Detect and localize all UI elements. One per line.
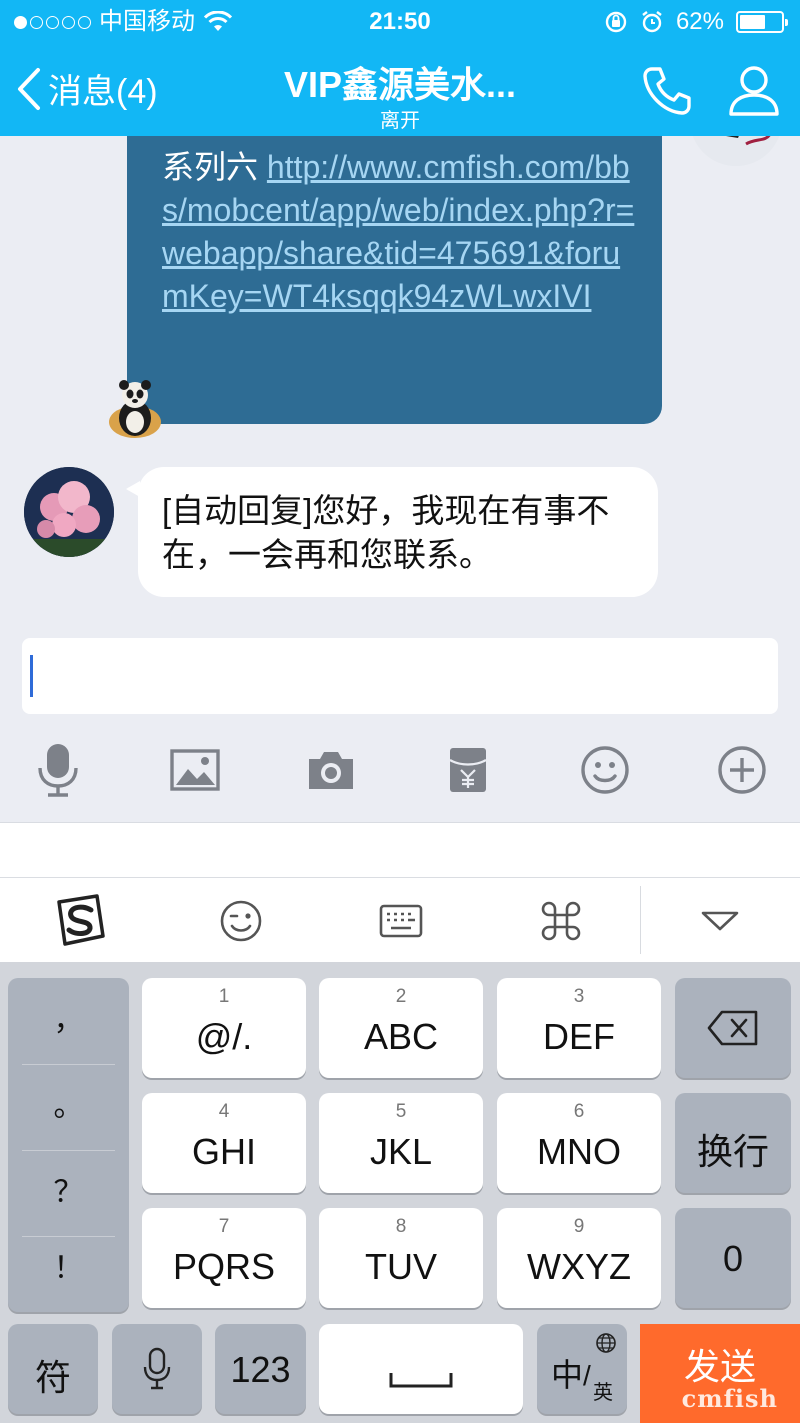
hide-keyboard-button[interactable] <box>684 886 756 956</box>
key-comma[interactable]: ， <box>8 978 129 1064</box>
phone-icon <box>643 67 691 115</box>
key-exclamation[interactable]: ！ <box>8 1226 129 1312</box>
symbol-key[interactable]: 符 <box>8 1324 98 1414</box>
key-8[interactable]: 8 TUV <box>319 1208 483 1308</box>
text-cursor <box>30 655 33 697</box>
keyboard: ， 。 ？ ！ 1 @/. 2 ABC 3 DEF 4 GHI 5 JKL 6 … <box>0 962 800 1423</box>
key-question[interactable]: ？ <box>8 1150 129 1236</box>
key-5[interactable]: 5 JKL <box>319 1093 483 1193</box>
shortcut-button[interactable] <box>525 886 597 956</box>
more-button[interactable] <box>710 738 774 802</box>
punctuation-column[interactable]: ， 。 ？ ！ <box>8 978 129 1312</box>
emoji-icon <box>581 746 629 794</box>
message-text: [自动回复]您好，我现在有事不在，一会再和您联系。 <box>162 492 610 573</box>
alarm-icon <box>642 11 662 33</box>
space-key[interactable] <box>319 1324 523 1414</box>
incoming-message-bubble[interactable]: [自动回复]您好，我现在有事不在，一会再和您联系。 <box>126 467 658 597</box>
keyboard-toolbar <box>0 877 800 962</box>
message-input[interactable] <box>22 638 778 714</box>
backspace-icon <box>707 1010 758 1046</box>
camera-button[interactable] <box>299 738 363 802</box>
message-text: 系列六 <box>162 149 259 185</box>
toolbar-divider <box>640 886 641 954</box>
sogou-logo-icon <box>57 894 105 946</box>
red-packet-button[interactable] <box>436 738 500 802</box>
voice-input-key[interactable] <box>112 1324 202 1414</box>
top-bar: 中国移动 21:50 62% 消息(4) VIP鑫源美水... 离开 <box>0 0 800 136</box>
call-button[interactable] <box>640 64 694 123</box>
key-3[interactable]: 3 DEF <box>497 978 661 1078</box>
space-icon <box>389 1373 453 1388</box>
backspace-key[interactable] <box>675 978 791 1078</box>
key-1[interactable]: 1 @/. <box>142 978 306 1078</box>
key-4[interactable]: 4 GHI <box>142 1093 306 1193</box>
chat-area[interactable]: 系列六 http://www.cmfish.com/bbs/mobcent/ap… <box>0 136 800 630</box>
collapse-icon <box>701 911 739 931</box>
key-7[interactable]: 7 PQRS <box>142 1208 306 1308</box>
key-0[interactable]: 0 <box>675 1208 791 1308</box>
microphone-icon <box>143 1347 171 1390</box>
key-9[interactable]: 9 WXYZ <box>497 1208 661 1308</box>
keyboard-icon <box>379 904 423 938</box>
emoji-button[interactable] <box>573 738 637 802</box>
voice-button[interactable] <box>26 738 90 802</box>
camera-icon <box>309 752 353 789</box>
numbers-key[interactable]: 123 <box>215 1324 306 1414</box>
panda-avatar-icon <box>109 380 161 438</box>
red-packet-icon <box>449 748 487 792</box>
orientation-lock-icon <box>605 11 627 33</box>
globe-icon <box>596 1333 616 1353</box>
language-switch-key[interactable]: 中 / 英 <box>537 1324 627 1414</box>
newline-key[interactable]: 换行 <box>675 1093 791 1193</box>
emoji-keyboard-button[interactable] <box>205 886 277 956</box>
keyboard-switch-button[interactable] <box>365 886 437 956</box>
microphone-icon <box>38 744 78 797</box>
battery-percent: 62% <box>675 8 724 35</box>
candidate-bar <box>0 822 800 877</box>
chat-toolbar <box>0 730 800 810</box>
key-6[interactable]: 6 MNO <box>497 1093 661 1193</box>
status-bar: 中国移动 21:50 62% <box>0 0 800 44</box>
contact-avatar[interactable] <box>24 467 114 557</box>
watermark: cmfish <box>681 1384 778 1413</box>
key-period[interactable]: 。 <box>8 1064 129 1150</box>
key-2[interactable]: 2 ABC <box>319 978 483 1078</box>
command-icon <box>541 901 581 941</box>
sogou-button[interactable] <box>44 886 116 956</box>
image-icon <box>170 749 220 791</box>
outgoing-message-bubble[interactable]: 系列六 http://www.cmfish.com/bbs/mobcent/ap… <box>127 136 662 424</box>
wink-emoji-icon <box>220 900 262 942</box>
self-avatar[interactable] <box>690 136 782 166</box>
photo-button[interactable] <box>163 738 227 802</box>
person-icon <box>729 66 779 116</box>
nav-bar: 消息(4) VIP鑫源美水... 离开 <box>0 44 800 136</box>
plus-icon <box>718 746 766 794</box>
profile-button[interactable] <box>728 64 780 123</box>
battery-icon <box>736 11 788 33</box>
